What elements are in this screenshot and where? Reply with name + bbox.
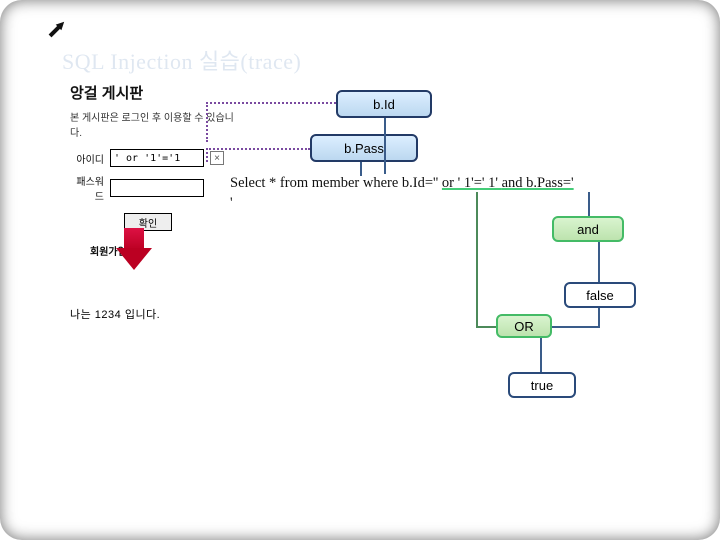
- bpass-box: b.Pass: [310, 134, 418, 162]
- login-panel: 앙걸 게시판 본 게시판은 로그인 후 이용할 수 있습니다. 아이디 × 패스…: [70, 82, 240, 258]
- connector: [206, 102, 336, 104]
- connector: [206, 102, 208, 142]
- clear-icon[interactable]: ×: [210, 151, 224, 165]
- connector: [598, 308, 600, 326]
- bid-box: b.Id: [336, 90, 432, 118]
- signup-link[interactable]: 회원가입: [90, 243, 240, 258]
- sql-and: and b.Pass=': [502, 175, 574, 191]
- or-box: OR: [496, 314, 552, 338]
- result-text: 나는 1234 입니다.: [70, 306, 160, 322]
- connector: [206, 148, 310, 150]
- connector: [384, 118, 386, 174]
- connector: [360, 162, 362, 176]
- sql-or: or ' 1'=' 1': [442, 175, 502, 191]
- sql-pre: Select * from member where b.Id='': [230, 175, 442, 191]
- connector: [540, 338, 542, 372]
- connector: [564, 326, 600, 328]
- id-label: 아이디: [70, 151, 104, 166]
- sql-tail: ': [230, 195, 233, 211]
- pw-row: 패스워드: [70, 173, 240, 203]
- slide-title: SQL Injection 실습(trace): [62, 44, 301, 76]
- slide-stage: SQL Injection 실습(trace) 앙걸 게시판 본 게시판은 로그…: [0, 0, 720, 540]
- panel-title: 앙걸 게시판: [70, 82, 240, 103]
- connector: [588, 192, 590, 216]
- connector: [476, 192, 478, 326]
- panel-note: 본 게시판은 로그인 후 이용할 수 있습니다.: [70, 109, 240, 139]
- true-box: true: [508, 372, 576, 398]
- false-box: false: [564, 282, 636, 308]
- sql-query: Select * from member where b.Id='' or ' …: [230, 174, 700, 213]
- pw-input[interactable]: [110, 179, 204, 197]
- connector: [598, 242, 600, 282]
- connector: [476, 326, 496, 328]
- pw-label: 패스워드: [70, 173, 104, 203]
- id-row: 아이디 ×: [70, 149, 240, 167]
- connector: [206, 148, 208, 162]
- and-box: and: [552, 216, 624, 242]
- id-input[interactable]: [110, 149, 204, 167]
